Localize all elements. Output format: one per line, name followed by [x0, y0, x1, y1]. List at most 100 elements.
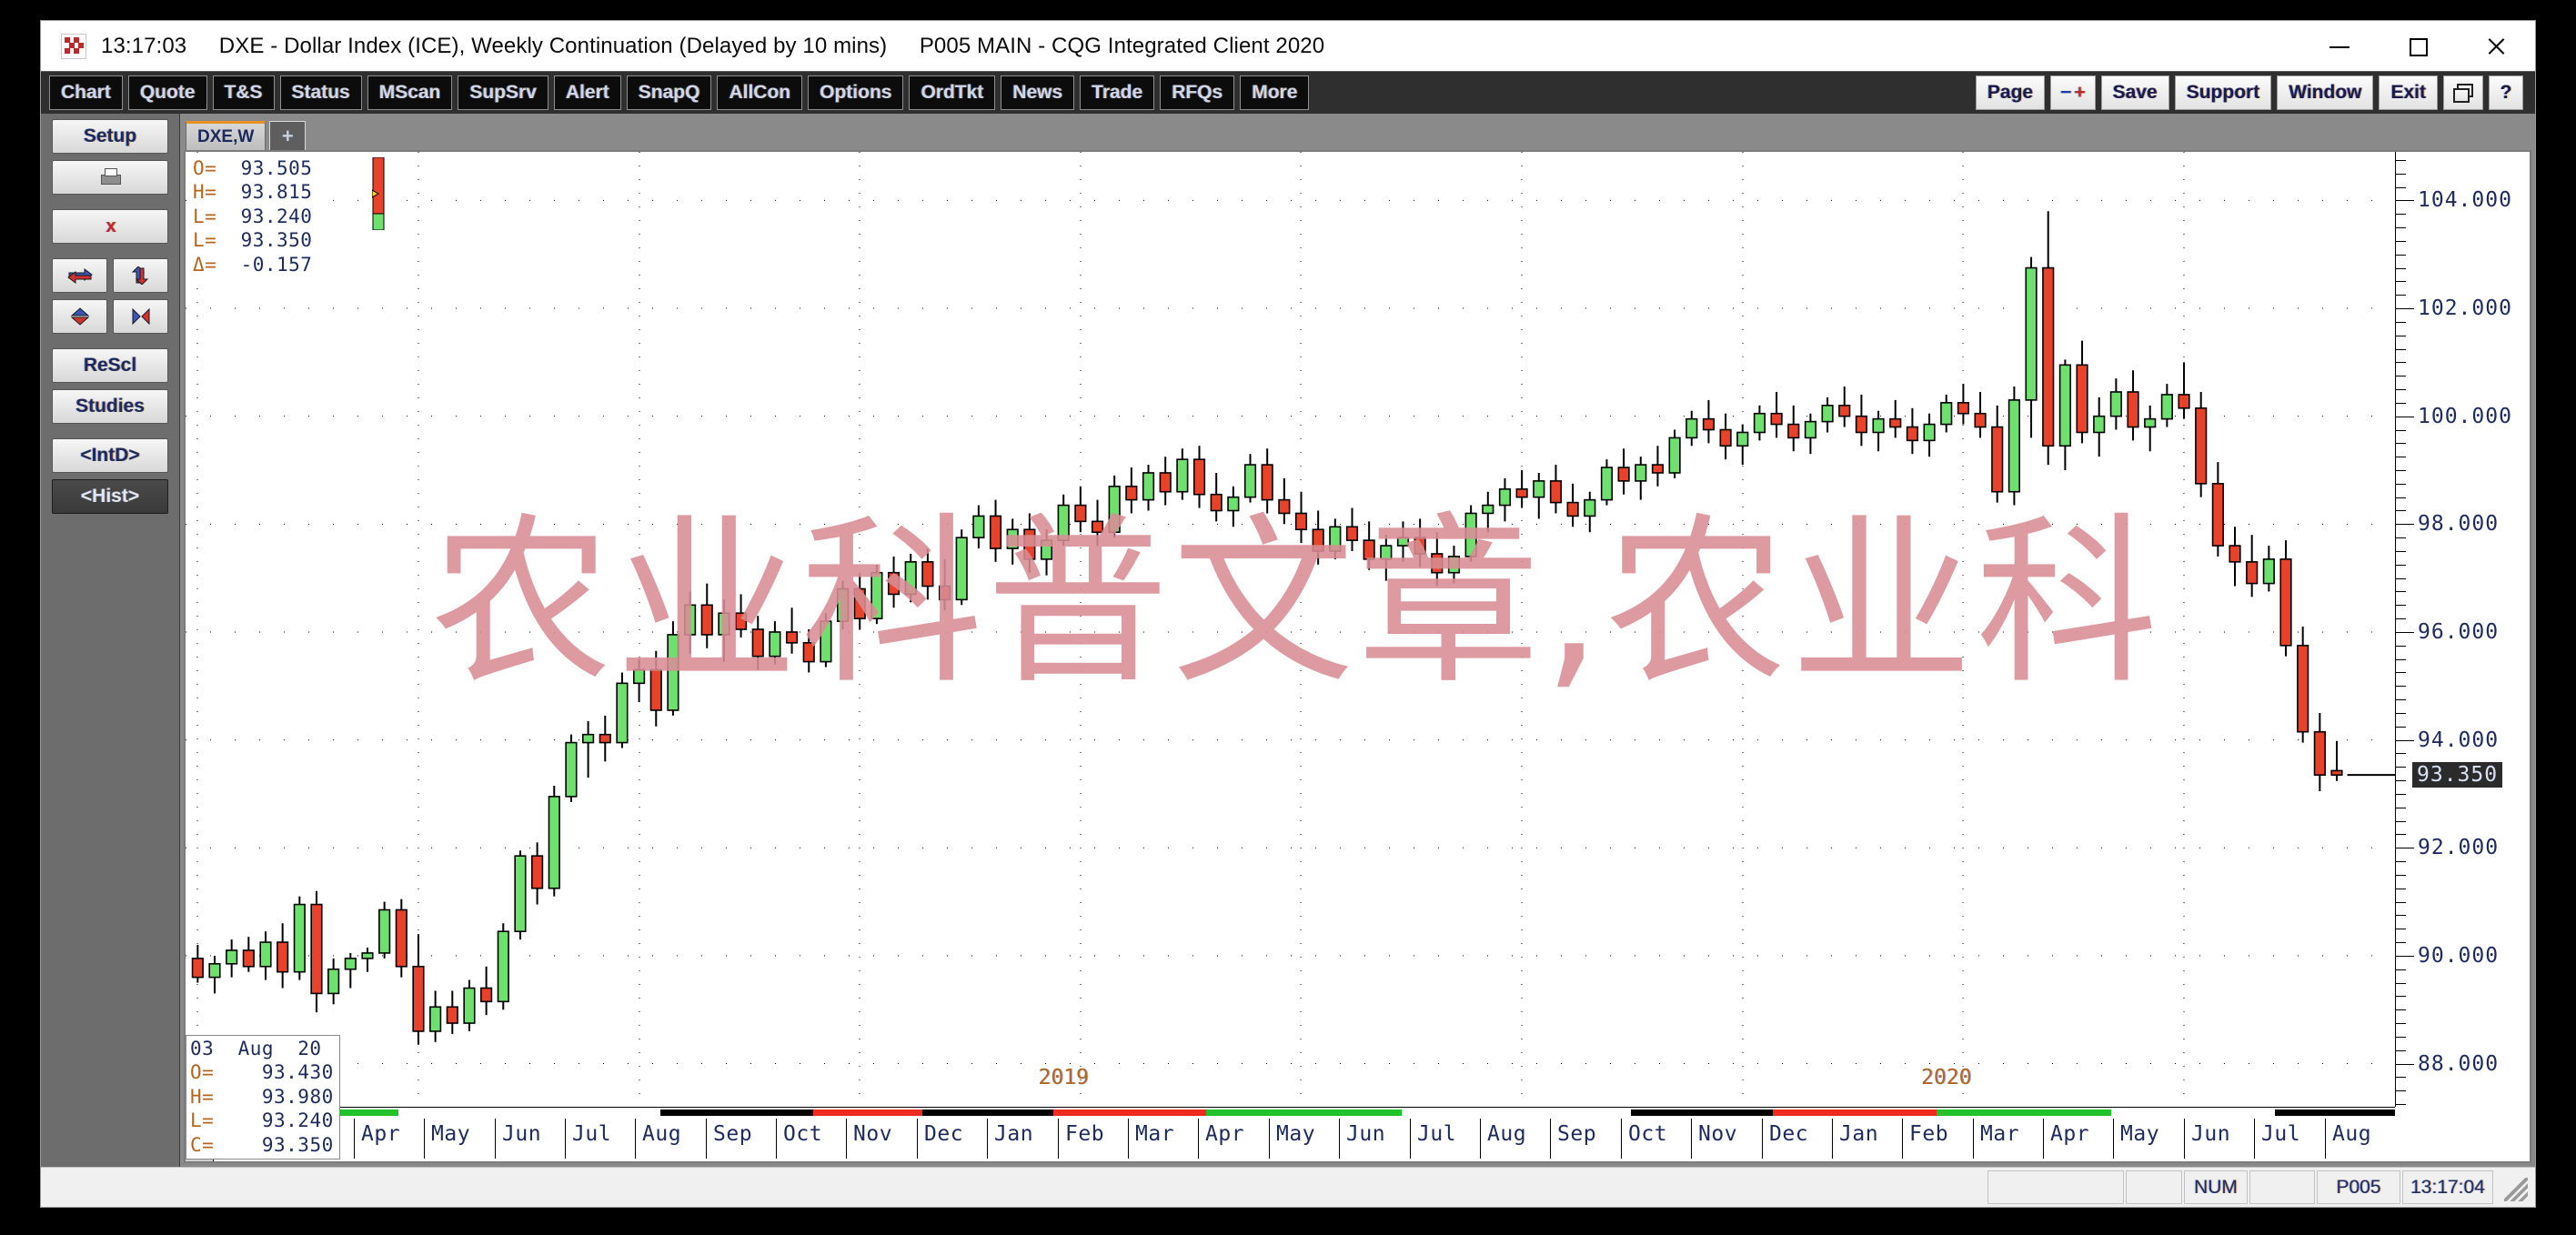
candle-body — [1651, 464, 1665, 474]
session-block — [397, 1109, 660, 1116]
price-tick-minor — [2396, 834, 2406, 836]
price-tick-minor — [2396, 1077, 2406, 1079]
vertical-swap-button[interactable] — [113, 258, 168, 293]
exit-button[interactable]: Exit — [2379, 75, 2438, 110]
toolbar-button-quote[interactable]: Quote — [127, 75, 207, 110]
rescale-button[interactable]: ReScl — [52, 348, 168, 383]
restore-window-button[interactable] — [2443, 75, 2483, 110]
candlestick — [2058, 359, 2071, 470]
candlestick — [1227, 486, 1240, 527]
candle-body — [226, 949, 238, 965]
toolbar-button-chart[interactable]: Chart — [49, 75, 123, 110]
candlestick — [2211, 462, 2224, 557]
toolbar-button-alert[interactable]: Alert — [553, 75, 621, 110]
candle-body — [684, 604, 697, 636]
price-tick-minor — [2396, 376, 2406, 377]
candlestick — [361, 948, 374, 972]
quote-row: L= 93.350 — [193, 228, 312, 252]
toolbar-button-allcon[interactable]: AllCon — [717, 75, 803, 110]
candlestick — [412, 934, 425, 1045]
candle-body — [2093, 415, 2106, 434]
toolbar-button-news[interactable]: News — [1001, 75, 1075, 110]
toolbar-button-snapq[interactable]: SnapQ — [626, 75, 712, 110]
candlestick — [616, 672, 629, 748]
page-button[interactable]: Page — [1975, 75, 2046, 110]
toolbar-button-supsrv[interactable]: SupSrv — [458, 75, 548, 110]
historical-button[interactable]: <Hist> — [52, 479, 168, 514]
price-tick-minor — [2396, 295, 2406, 296]
candlestick — [1566, 483, 1579, 527]
toolbar-button-more[interactable]: More — [1240, 75, 1310, 110]
support-button[interactable]: Support — [2174, 75, 2272, 110]
month-label: Jun — [502, 1122, 542, 1146]
candlestick — [853, 572, 866, 629]
toolbar-button-t-s[interactable]: T&S — [212, 75, 275, 110]
toolbar-right-group: Page − + Save Support Window Exit ? — [1973, 72, 2526, 114]
toolbar-button-options[interactable]: Options — [808, 75, 904, 110]
candlestick — [293, 896, 306, 980]
price-tick-minor — [2396, 362, 2406, 364]
expand-button[interactable] — [113, 299, 168, 334]
candle-body — [1192, 458, 1206, 496]
price-tick-minor — [2396, 942, 2406, 944]
chart-container[interactable]: 农业科普文章,农业科 2019 2020 O= 93.505 H= 93.815 L=… — [184, 150, 2531, 1163]
zoom-stepper-button[interactable]: − + — [2050, 75, 2096, 110]
selected-bar-value: 93.350 — [214, 1133, 334, 1156]
magnet-button[interactable]: x — [52, 209, 168, 244]
status-page-indicator: P005 — [2317, 1170, 2400, 1204]
print-button[interactable] — [52, 160, 168, 195]
price-tick-minor — [2396, 267, 2406, 269]
toolbar-button-status[interactable]: Status — [279, 75, 362, 110]
candle-body — [1363, 539, 1375, 560]
month-separator — [424, 1119, 425, 1159]
studies-button[interactable]: Studies — [52, 389, 168, 424]
price-axis-label: 88.000 — [2418, 1051, 2500, 1076]
candlestick — [242, 937, 255, 972]
minimize-button[interactable] — [2300, 21, 2379, 71]
session-block — [812, 1109, 922, 1116]
window-button[interactable]: Window — [2277, 75, 2374, 110]
setup-button[interactable]: Setup — [52, 119, 168, 154]
toolbar-button-ordtkt[interactable]: OrdTkt — [909, 75, 996, 110]
candlestick — [2229, 527, 2241, 587]
price-tick-minor — [2396, 443, 2406, 445]
candlestick — [2076, 340, 2088, 444]
minimize-icon — [2329, 36, 2350, 56]
price-tick-minor — [2396, 1049, 2406, 1051]
candlestick — [565, 734, 578, 802]
month-separator — [2043, 1119, 2044, 1159]
restore-icon — [2453, 84, 2473, 103]
candle-body — [446, 1006, 458, 1024]
toolbar-button-rfqs[interactable]: RFQs — [1160, 75, 1235, 110]
save-button[interactable]: Save — [2100, 75, 2169, 110]
horizontal-swap-button[interactable] — [52, 258, 107, 293]
month-separator — [1973, 1119, 1974, 1159]
add-chart-tab-button[interactable]: + — [269, 121, 307, 150]
candle-body — [412, 965, 425, 1032]
candle-body — [1329, 526, 1342, 552]
candlestick — [327, 958, 340, 1005]
candlestick — [531, 842, 544, 905]
candlestick-plot[interactable]: 农业科普文章,农业科 2019 2020 — [186, 152, 2395, 1107]
year-label: 2020 — [1921, 1066, 1972, 1089]
price-axis[interactable]: 104.000 102.000 100.000 98.000 96.000 94.000 9… — [2395, 152, 2530, 1107]
candle-body — [242, 949, 255, 968]
month-label: Jan — [1839, 1122, 1879, 1146]
toolbar-button-mscan[interactable]: MScan — [367, 75, 453, 110]
candle-body — [2160, 394, 2173, 420]
candle-body — [972, 515, 985, 538]
time-axis[interactable]: Feb Mar Apr May Jun Jul Aug Sep Oct Nov Dec Jan Feb M… — [186, 1107, 2395, 1161]
chart-tab-dxe-w[interactable]: DXE,W — [186, 121, 267, 150]
resize-grip[interactable] — [2495, 1170, 2531, 1204]
candlestick — [226, 939, 238, 978]
month-label: Apr — [361, 1122, 401, 1146]
selected-bar-label: H= — [190, 1085, 215, 1108]
candlestick — [1396, 521, 1410, 562]
month-label: Apr — [1205, 1122, 1245, 1146]
help-button[interactable]: ? — [2489, 75, 2523, 110]
intraday-button[interactable]: <IntD> — [52, 438, 168, 473]
collapse-button[interactable] — [52, 299, 107, 334]
maximize-button[interactable] — [2379, 21, 2457, 71]
toolbar-button-trade[interactable]: Trade — [1080, 75, 1155, 110]
close-button[interactable] — [2457, 21, 2535, 71]
